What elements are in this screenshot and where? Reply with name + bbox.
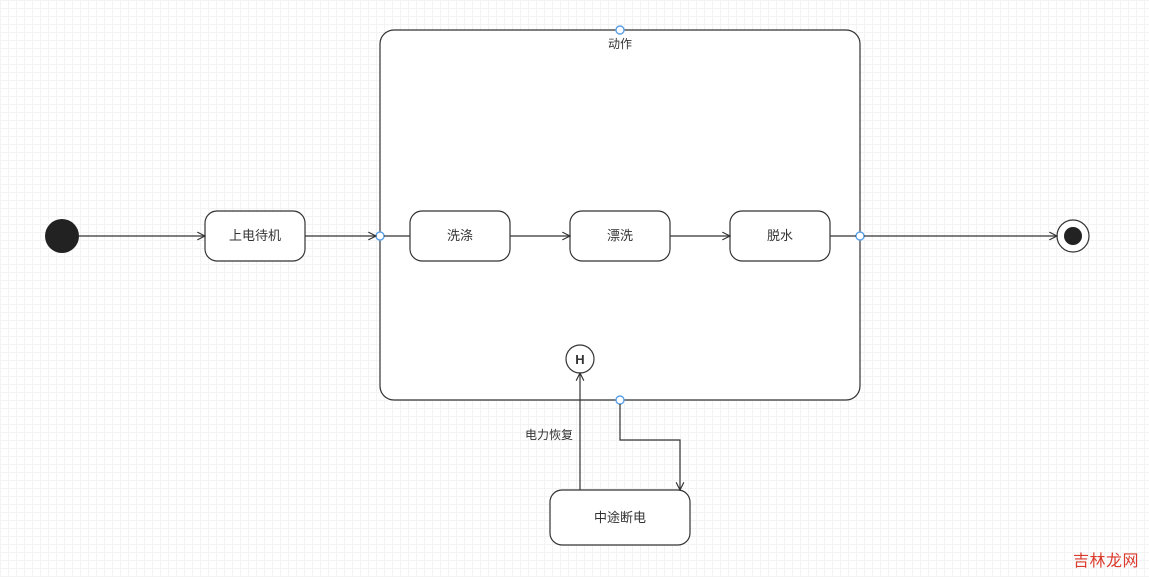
history-state-label: H [575,352,584,367]
state-spin-label: 脱水 [767,228,793,243]
state-standby-label: 上电待机 [229,228,281,243]
port-icon [376,232,384,240]
state-standby[interactable]: 上电待机 [205,211,305,261]
state-wash[interactable]: 洗涤 [410,211,510,261]
port-icon [856,232,864,240]
final-state[interactable] [1057,220,1089,252]
history-state[interactable]: H [566,345,594,373]
state-rinse[interactable]: 漂洗 [570,211,670,261]
watermark-text: 吉林龙网 [1073,547,1139,571]
state-rinse-label: 漂洗 [607,228,633,243]
edge-resume-label: 电力恢复 [525,428,573,442]
port-icon [616,26,624,34]
composite-state-title: 动作 [608,37,632,51]
initial-state[interactable] [45,219,79,253]
edge-container-to-powercut [620,404,680,490]
state-power-cut[interactable]: 中途断电 [550,490,690,545]
diagram-canvas[interactable]: 动作 上电待机 洗涤 漂洗 脱水 [0,0,1149,577]
state-power-cut-label: 中途断电 [594,510,646,525]
state-spin[interactable]: 脱水 [730,211,830,261]
port-icon [616,396,624,404]
state-wash-label: 洗涤 [447,228,473,243]
